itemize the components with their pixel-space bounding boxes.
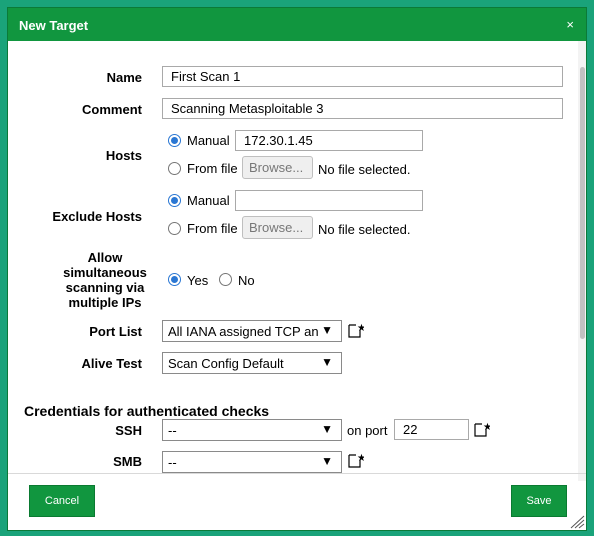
dialog-title: New Target (19, 18, 89, 33)
allow-simultaneous-line: scanning via (65, 280, 145, 295)
hosts-from-file-label: From file (187, 161, 238, 176)
hosts-manual-label: Manual (187, 133, 230, 148)
allow-simultaneous-line: simultaneous (63, 265, 147, 280)
ssh-port-input[interactable] (394, 419, 469, 440)
port-list-value: All IANA assigned TCP an (168, 324, 319, 339)
scrollbar-thumb[interactable] (580, 67, 585, 339)
credentials-heading: Credentials for authenticated checks (24, 403, 270, 419)
smb-credential-value: -- (168, 455, 177, 470)
exclude-from-file-radio[interactable] (168, 222, 181, 235)
dropdown-arrow-icon: ▼ (321, 355, 333, 369)
svg-text:★: ★ (357, 453, 364, 464)
new-smb-credential-icon[interactable]: ★ (348, 452, 364, 468)
exclude-from-file-label: From file (187, 221, 238, 236)
allow-simultaneous-line: Allow (87, 250, 123, 265)
comment-label: Comment (82, 102, 142, 117)
name-label: Name (106, 70, 142, 85)
hosts-from-file-radio[interactable] (168, 162, 181, 175)
dialog-titlebar: New Target × (8, 8, 586, 41)
hosts-manual-radio[interactable] (168, 134, 181, 147)
comment-input[interactable] (162, 98, 563, 119)
allow-simultaneous-label: Allow simultaneous scanning via multiple… (48, 250, 162, 310)
exclude-no-file-text: No file selected. (318, 222, 411, 237)
simultaneous-yes-radio[interactable] (168, 273, 181, 286)
scrollbar[interactable] (578, 41, 586, 481)
ssh-credential-select[interactable]: -- ▼ (162, 419, 342, 441)
port-list-label: Port List (89, 324, 142, 339)
dropdown-arrow-icon: ▼ (321, 323, 333, 337)
exclude-manual-label: Manual (187, 193, 230, 208)
hosts-manual-input[interactable] (235, 130, 423, 151)
ssh-label: SSH (115, 423, 142, 438)
port-list-select[interactable]: All IANA assigned TCP an ▼ (162, 320, 342, 342)
resize-handle-icon[interactable] (567, 515, 585, 529)
name-input[interactable] (162, 66, 563, 87)
smb-label: SMB (113, 454, 142, 469)
new-port-list-icon[interactable]: ★ (348, 322, 364, 338)
alive-test-label: Alive Test (81, 356, 142, 371)
ssh-on-port-label: on port (347, 423, 388, 438)
exclude-manual-input[interactable] (235, 190, 423, 211)
dialog-content: Name Comment Hosts Manual From file Brow… (8, 41, 586, 481)
ssh-credential-value: -- (168, 423, 177, 438)
exclude-hosts-label: Exclude Hosts (52, 209, 142, 224)
hosts-browse-button[interactable]: Browse... (242, 156, 313, 179)
save-button[interactable]: Save (511, 485, 567, 517)
alive-test-value: Scan Config Default (168, 356, 284, 371)
svg-text:★: ★ (483, 422, 490, 433)
new-ssh-credential-icon[interactable]: ★ (474, 421, 490, 437)
simultaneous-yes-label: Yes (187, 273, 209, 288)
exclude-browse-button[interactable]: Browse... (242, 216, 313, 239)
close-icon[interactable]: × (566, 17, 574, 32)
cancel-button[interactable]: Cancel (29, 485, 95, 517)
simultaneous-no-label: No (238, 273, 255, 288)
dropdown-arrow-icon: ▼ (321, 454, 333, 468)
footer-divider (8, 473, 586, 474)
svg-text:★: ★ (357, 323, 364, 334)
hosts-no-file-text: No file selected. (318, 162, 411, 177)
simultaneous-no-radio[interactable] (219, 273, 232, 286)
alive-test-select[interactable]: Scan Config Default ▼ (162, 352, 342, 374)
smb-credential-select[interactable]: -- ▼ (162, 451, 342, 473)
hosts-label: Hosts (105, 148, 142, 163)
exclude-manual-radio[interactable] (168, 194, 181, 207)
allow-simultaneous-line: multiple IPs (68, 295, 142, 310)
dropdown-arrow-icon: ▼ (321, 422, 333, 436)
new-target-dialog: New Target × Name Comment Hosts Manual F… (7, 7, 587, 531)
